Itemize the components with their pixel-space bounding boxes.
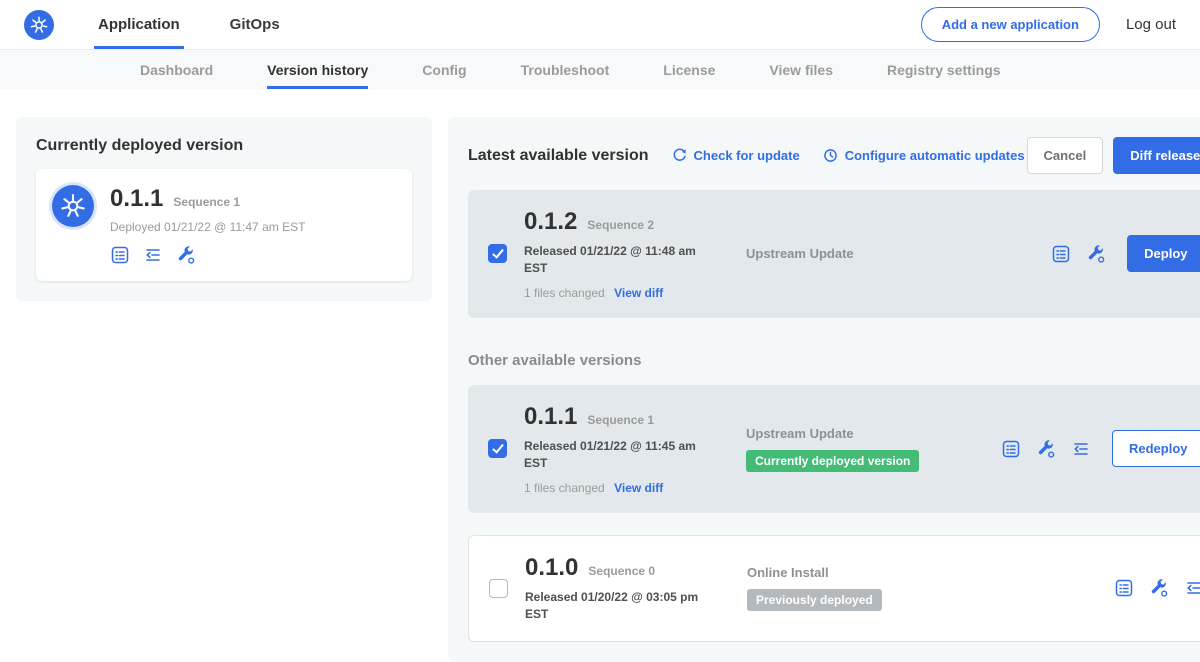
sequence-label: Sequence 0 — [588, 564, 655, 578]
deployed-sequence-label: Sequence 1 — [173, 195, 240, 209]
check-for-update-link[interactable]: Check for update — [671, 147, 800, 164]
app-brand — [24, 0, 54, 49]
release-notes-icon[interactable] — [1001, 439, 1021, 459]
files-changed-label: 1 files changed — [524, 286, 605, 300]
app-logo-icon — [52, 185, 94, 227]
diff-icon[interactable] — [1071, 439, 1091, 459]
configure-updates-link[interactable]: Configure automatic updates — [822, 147, 1025, 164]
config-icon[interactable] — [1086, 244, 1106, 264]
tab-application[interactable]: Application — [94, 0, 184, 49]
refresh-icon — [671, 147, 688, 164]
currently-deployed-badge: Currently deployed version — [746, 450, 919, 472]
release-notes-icon[interactable] — [110, 245, 130, 265]
subnav-item-registry-settings[interactable]: Registry settings — [887, 50, 1001, 89]
subnav-item-view-files[interactable]: View files — [769, 50, 833, 89]
check-for-update-label: Check for update — [694, 148, 800, 163]
top-navbar: Application GitOps Add a new application… — [0, 0, 1200, 50]
version-number: 0.1.2 — [524, 208, 577, 236]
previously-deployed-badge: Previously deployed — [747, 589, 882, 611]
view-diff-link[interactable]: View diff — [614, 481, 663, 495]
subnav-item-dashboard[interactable]: Dashboard — [140, 50, 213, 89]
subnav-item-version-history[interactable]: Version history — [267, 50, 368, 89]
clock-icon — [822, 147, 839, 164]
deployed-version-card: 0.1.1 Sequence 1 Deployed 01/21/22 @ 11:… — [36, 169, 412, 281]
release-notes-icon[interactable] — [1114, 578, 1134, 598]
config-icon[interactable] — [176, 245, 196, 265]
configure-updates-label: Configure automatic updates — [845, 148, 1025, 163]
released-timestamp: Released 01/20/22 @ 03:05 pm EST — [525, 589, 713, 624]
logout-button[interactable]: Log out — [1126, 16, 1176, 33]
deployed-timestamp: Deployed 01/21/22 @ 11:47 am EST — [110, 220, 305, 234]
diff-icon[interactable] — [143, 245, 163, 265]
files-changed-label: 1 files changed — [524, 481, 605, 495]
version-card-0-1-2: 0.1.2 Sequence 2 Released 01/21/22 @ 11:… — [468, 190, 1200, 318]
view-diff-link[interactable]: View diff — [614, 286, 663, 300]
subnav-item-config[interactable]: Config — [422, 50, 466, 89]
version-checkbox[interactable] — [488, 439, 507, 458]
released-timestamp: Released 01/21/22 @ 11:45 am EST — [524, 438, 712, 473]
source-label: Online Install — [747, 565, 1002, 580]
cancel-button[interactable]: Cancel — [1027, 137, 1104, 174]
other-versions-title: Other available versions — [468, 352, 1200, 369]
source-label: Upstream Update — [746, 246, 1001, 261]
version-number: 0.1.1 — [524, 403, 577, 431]
subnav-item-troubleshoot[interactable]: Troubleshoot — [521, 50, 610, 89]
version-card-0-1-1: 0.1.1 Sequence 1 Released 01/21/22 @ 11:… — [468, 385, 1200, 513]
sequence-label: Sequence 1 — [587, 413, 654, 427]
redeploy-button[interactable]: Redeploy — [1112, 430, 1200, 467]
deployed-panel-title: Currently deployed version — [36, 137, 412, 155]
version-number: 0.1.0 — [525, 554, 578, 582]
version-card-0-1-0: 0.1.0 Sequence 0 Released 01/20/22 @ 03:… — [468, 535, 1200, 643]
app-subnav: Dashboard Version history Config Trouble… — [0, 50, 1200, 89]
sequence-label: Sequence 2 — [587, 218, 654, 232]
subnav-item-license[interactable]: License — [663, 50, 715, 89]
deploy-button[interactable]: Deploy — [1127, 235, 1200, 272]
currently-deployed-panel: Currently deployed version 0.1.1 Sequen — [16, 117, 432, 301]
tab-gitops[interactable]: GitOps — [226, 0, 284, 49]
version-checkbox[interactable] — [488, 244, 507, 263]
released-timestamp: Released 01/21/22 @ 11:48 am EST — [524, 243, 712, 278]
deployed-version-number: 0.1.1 — [110, 185, 163, 213]
diff-releases-button[interactable]: Diff releases — [1113, 137, 1200, 174]
kubernetes-logo-icon — [24, 10, 54, 40]
release-notes-icon[interactable] — [1051, 244, 1071, 264]
add-application-button[interactable]: Add a new application — [921, 7, 1100, 42]
config-icon[interactable] — [1149, 578, 1169, 598]
diff-icon[interactable] — [1184, 578, 1200, 598]
source-label: Upstream Update — [746, 426, 1001, 441]
version-checkbox[interactable] — [489, 579, 508, 598]
config-icon[interactable] — [1036, 439, 1056, 459]
latest-panel-title: Latest available version — [468, 147, 649, 165]
latest-available-panel: Latest available version Check for updat… — [448, 117, 1200, 662]
